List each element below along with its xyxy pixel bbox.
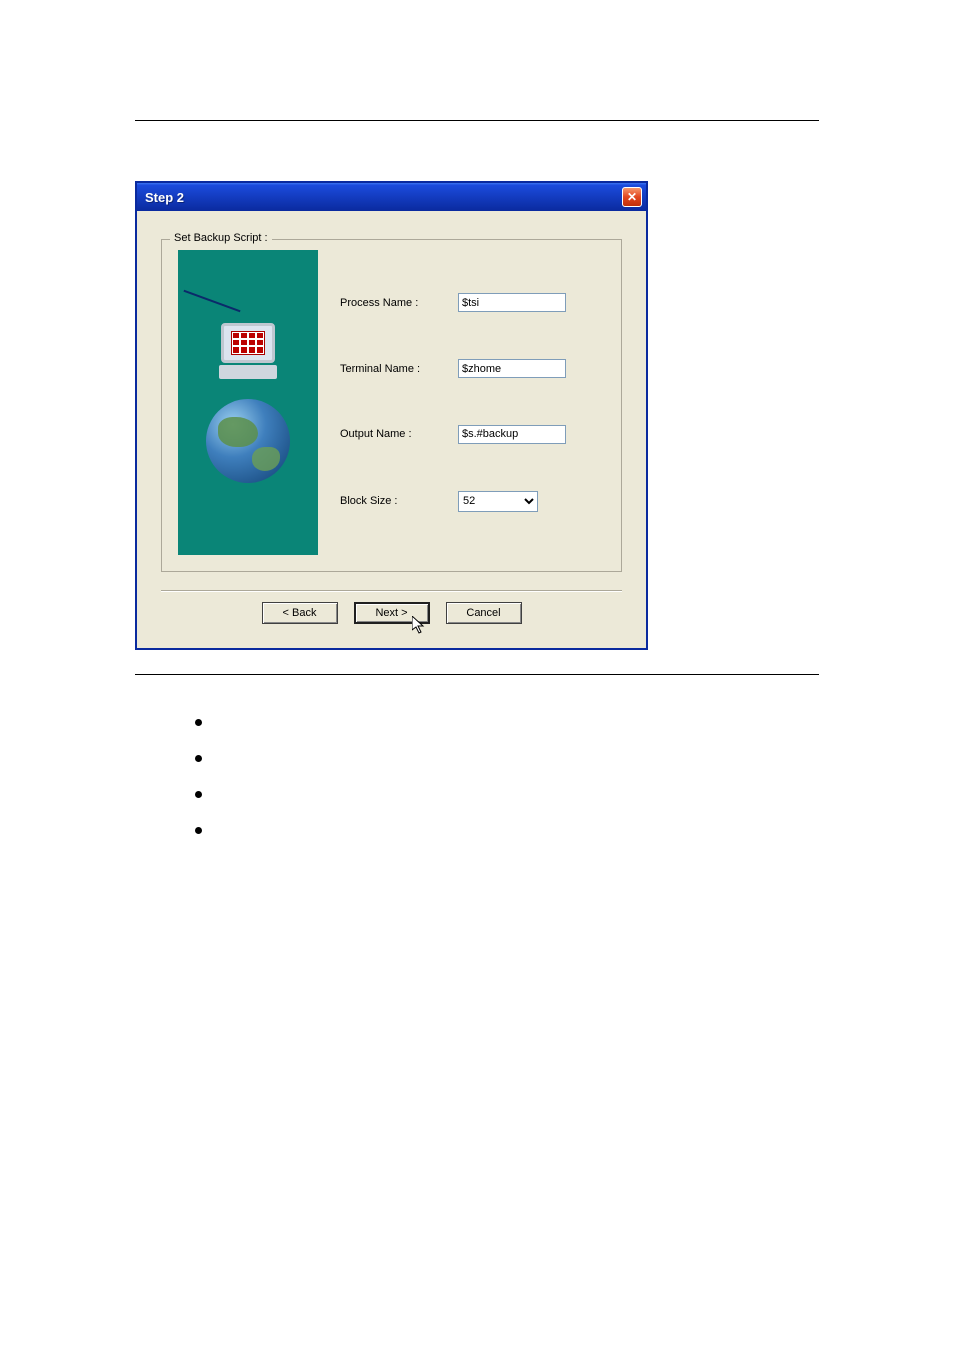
dialog-title: Step 2 (145, 190, 184, 205)
row-process-name: Process Name : (340, 293, 601, 312)
form-area: Process Name : Terminal Name : Output Na… (340, 250, 605, 555)
dialog-step-2: Step 2 ✕ Set Backup Script : (135, 181, 648, 650)
upper-rule (135, 120, 819, 121)
label-process-name: Process Name : (340, 297, 440, 309)
lower-rule (135, 674, 819, 675)
back-button[interactable]: < Back (262, 602, 338, 624)
label-block-size: Block Size : (340, 495, 440, 507)
list-item (195, 787, 819, 823)
input-output-name[interactable] (458, 425, 566, 444)
backup-script-groupbox: Set Backup Script : Proc (161, 239, 622, 572)
network-arrow-icon (183, 290, 240, 312)
bullet-list (195, 715, 819, 859)
label-terminal-name: Terminal Name : (340, 363, 440, 375)
button-row: < Back Next > Cancel (161, 602, 622, 640)
list-item (195, 751, 819, 787)
input-terminal-name[interactable] (458, 359, 566, 378)
list-item (195, 715, 819, 751)
close-button[interactable]: ✕ (622, 187, 642, 207)
wizard-image-panel (178, 250, 318, 555)
list-item (195, 823, 819, 859)
dialog-separator (161, 590, 622, 592)
row-block-size: Block Size : 52 (340, 491, 601, 512)
cancel-button[interactable]: Cancel (446, 602, 522, 624)
next-button[interactable]: Next > (354, 602, 430, 624)
row-output-name: Output Name : (340, 425, 601, 444)
row-terminal-name: Terminal Name : (340, 359, 601, 378)
titlebar: Step 2 ✕ (137, 183, 646, 211)
groupbox-legend: Set Backup Script : (170, 232, 272, 244)
input-process-name[interactable] (458, 293, 566, 312)
select-block-size[interactable]: 52 (458, 491, 538, 512)
dialog-body: Set Backup Script : Proc (137, 211, 646, 648)
label-output-name: Output Name : (340, 428, 440, 440)
globe-icon (206, 399, 290, 483)
computer-icon (213, 323, 283, 393)
close-icon: ✕ (627, 191, 637, 203)
